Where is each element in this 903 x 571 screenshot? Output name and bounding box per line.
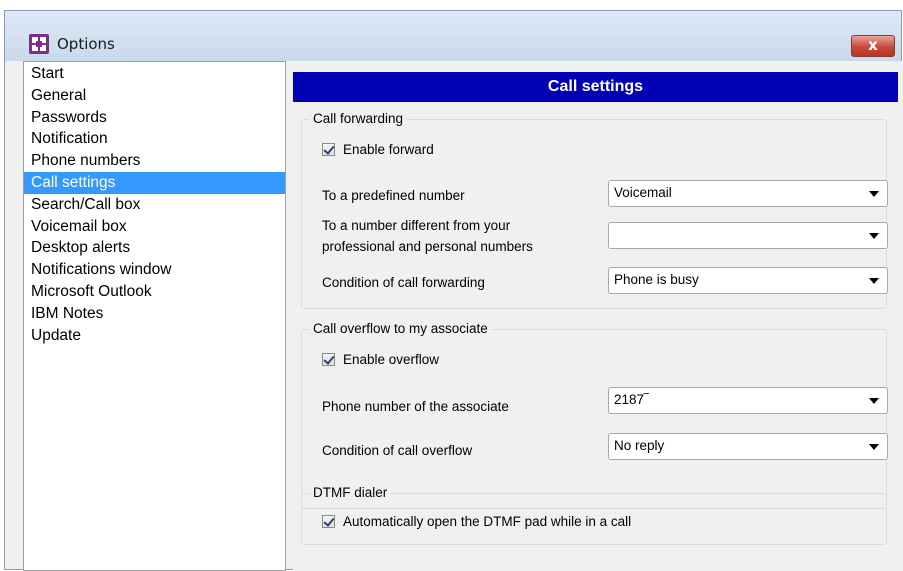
close-button[interactable]: x <box>851 35 895 57</box>
chevron-down-icon <box>869 233 879 239</box>
nav-item-voicemail-box[interactable]: Voicemail box <box>24 216 285 238</box>
predefined-number-select[interactable]: Voicemail <box>608 180 888 207</box>
dtmf-auto-open-checkbox[interactable] <box>322 515 335 528</box>
nav-item-passwords[interactable]: Passwords <box>24 107 285 129</box>
app-icon <box>29 34 49 54</box>
nav-item-microsoft-outlook[interactable]: Microsoft Outlook <box>24 281 285 303</box>
different-number-combobox[interactable] <box>608 222 888 249</box>
title-bar[interactable]: Options x <box>5 11 901 61</box>
chevron-down-icon <box>869 278 879 284</box>
enable-overflow-label: Enable overflow <box>343 352 440 367</box>
window-title: Options <box>57 35 115 53</box>
nav-item-update[interactable]: Update <box>24 325 285 347</box>
call-overflow-title: Call overflow to my associate <box>310 321 491 336</box>
different-number-label-line1: To a number different from your <box>322 218 511 233</box>
nav-item-start[interactable]: Start <box>24 63 285 85</box>
forward-condition-select[interactable]: Phone is busy <box>608 267 888 294</box>
close-icon: x <box>868 36 878 54</box>
nav-item-desktop-alerts[interactable]: Desktop alerts <box>24 237 285 259</box>
chevron-down-icon <box>869 444 879 450</box>
call-settings-panel: Call settings Call forwarding Enable for… <box>293 61 903 571</box>
overflow-condition-select[interactable]: No reply <box>608 433 888 460</box>
call-forwarding-title: Call forwarding <box>310 111 407 126</box>
panel-title: Call settings <box>293 72 898 102</box>
options-window: Options x Start General Passwords Notifi… <box>4 10 903 571</box>
associate-number-combobox[interactable]: 2187‾ <box>608 387 888 414</box>
call-forwarding-group: Call forwarding Enable forward To a pred… <box>301 111 888 309</box>
nav-item-ibm-notes[interactable]: IBM Notes <box>24 303 285 325</box>
forward-condition-label: Condition of call forwarding <box>322 275 485 290</box>
chevron-down-icon <box>869 191 879 197</box>
dtmf-auto-open-row[interactable]: Automatically open the DTMF pad while in… <box>322 514 631 529</box>
nav-item-call-settings[interactable]: Call settings <box>24 171 285 194</box>
associate-number-label: Phone number of the associate <box>322 399 509 414</box>
predefined-number-label: To a predefined number <box>322 188 465 203</box>
different-number-label-line2: professional and personal numbers <box>322 239 533 254</box>
enable-overflow-row[interactable]: Enable overflow <box>322 352 439 367</box>
predefined-number-value: Voicemail <box>614 185 672 200</box>
enable-forward-label: Enable forward <box>343 142 434 157</box>
nav-item-notification[interactable]: Notification <box>24 128 285 150</box>
dtmf-dialer-title: DTMF dialer <box>310 485 391 500</box>
nav-item-notifications-window[interactable]: Notifications window <box>24 259 285 281</box>
call-overflow-group: Call overflow to my associate Enable ove… <box>301 321 888 509</box>
overflow-condition-label: Condition of call overflow <box>322 443 473 458</box>
associate-number-value[interactable]: 2187‾ <box>614 392 649 407</box>
enable-forward-row[interactable]: Enable forward <box>322 142 434 157</box>
dtmf-dialer-group: DTMF dialer Automatically open the DTMF … <box>301 485 887 545</box>
nav-item-search-call-box[interactable]: Search/Call box <box>24 194 285 216</box>
enable-forward-checkbox[interactable] <box>322 143 335 156</box>
overflow-condition-value: No reply <box>614 438 665 453</box>
dtmf-auto-open-label: Automatically open the DTMF pad while in… <box>343 514 632 529</box>
nav-item-phone-numbers[interactable]: Phone numbers <box>24 150 285 172</box>
nav-item-general[interactable]: General <box>24 85 285 107</box>
chevron-down-icon <box>869 398 879 404</box>
enable-overflow-checkbox[interactable] <box>322 353 335 366</box>
options-nav-list: Start General Passwords Notification Pho… <box>23 61 286 571</box>
forward-condition-value: Phone is busy <box>614 272 699 287</box>
